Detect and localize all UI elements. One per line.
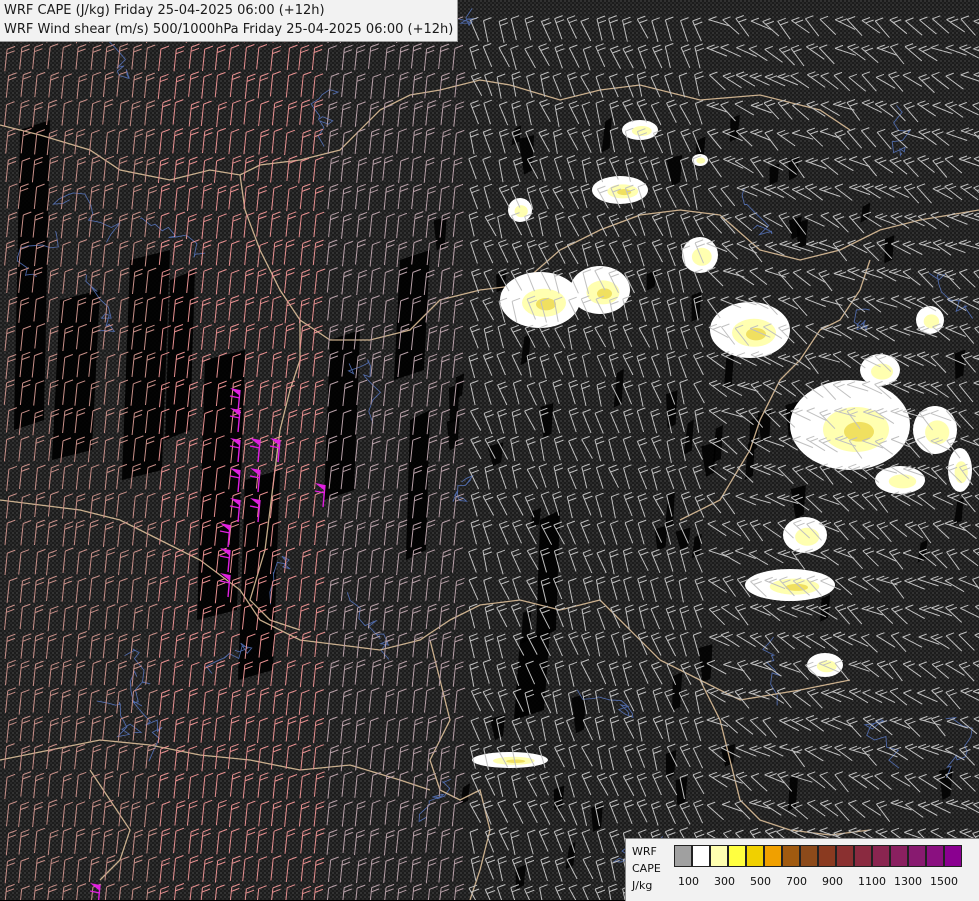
cape-area-core xyxy=(506,759,525,763)
cape-area-inner xyxy=(795,528,819,546)
cape-area-inner xyxy=(871,364,893,380)
cape-area-core xyxy=(844,422,874,442)
cape-area-inner xyxy=(817,660,837,672)
cape-area-inner xyxy=(515,205,528,217)
shear-streak xyxy=(14,120,50,430)
cape-area-inner xyxy=(696,158,705,164)
cape-area-inner xyxy=(925,420,949,444)
cape-area-inner xyxy=(692,248,712,266)
cape-area-inner xyxy=(889,474,917,488)
weather-map xyxy=(0,0,979,900)
cape-area-inner xyxy=(924,314,939,328)
cape-area-core xyxy=(536,298,556,310)
